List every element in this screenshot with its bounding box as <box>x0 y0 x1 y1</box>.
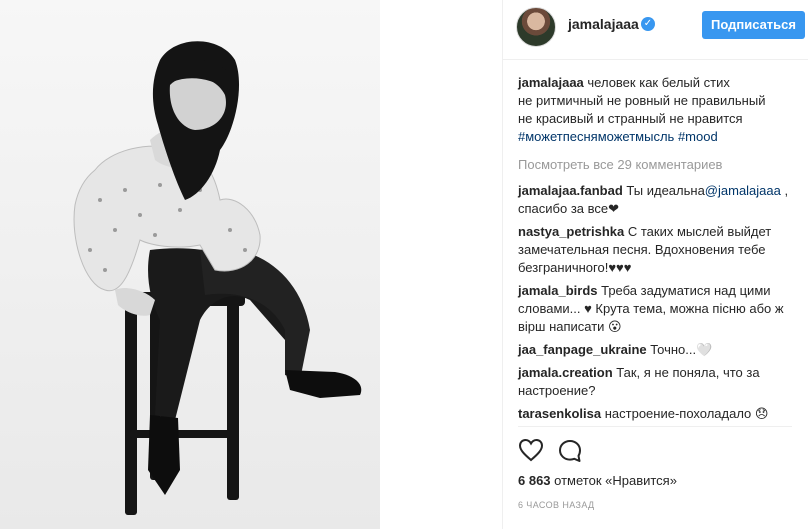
comment-text: настроение-похоладало 😞 <box>601 406 769 421</box>
caption-line3: не красивый и странный не нравится <box>518 111 743 126</box>
view-all-comments-link[interactable]: Посмотреть все 29 комментариев <box>518 156 798 174</box>
comment-username[interactable]: jaa_fanpage_ukraine <box>518 342 647 357</box>
post-photo[interactable] <box>0 0 380 529</box>
comment-item: jamala.creation Так, я не поняла, что за… <box>518 364 798 400</box>
mention-link[interactable]: @jamalajaaa <box>705 183 781 198</box>
caption-line2: не ритмичный не ровный не правильный <box>518 93 766 108</box>
likes-number: 6 863 <box>518 473 551 488</box>
comment-username[interactable]: jamala.creation <box>518 365 613 380</box>
post-timestamp[interactable]: 6 часов назад <box>518 500 595 510</box>
comment-item: tarasenkolisa настроение-похоладало 😞 <box>518 405 798 423</box>
hashtag-link[interactable]: #mood <box>678 129 718 144</box>
likes-count[interactable]: 6 863 отметок «Нравится» <box>518 473 677 488</box>
comment-item: jamala_birds Треба задуматися над цими с… <box>518 282 798 336</box>
comment-item: nastya_petrishka С таких мыслей выйдет з… <box>518 223 798 277</box>
caption: jamalajaaa человек как белый стих не рит… <box>518 74 798 146</box>
hashtag-link[interactable]: #можетпесняможетмысль <box>518 129 674 144</box>
caption-line1: человек как белый стих <box>583 75 730 90</box>
comment-bubble-icon[interactable] <box>557 438 583 464</box>
comment-item: jamalajaa.fanbad Ты идеальна@jamalajaaa … <box>518 182 798 218</box>
comment-item: jaa_fanpage_ukraine Точно...🤍 <box>518 341 798 359</box>
actions-divider <box>518 426 792 427</box>
comment-username[interactable]: nastya_petrishka <box>518 224 624 239</box>
comment-username[interactable]: tarasenkolisa <box>518 406 601 421</box>
post-panel: jamalajaaa человек как белый стих не рит… <box>502 0 808 529</box>
caption-username[interactable]: jamalajaaa <box>518 75 584 90</box>
comment-username[interactable]: jamala_birds <box>518 283 598 298</box>
photo-illustration <box>73 41 362 515</box>
likes-label: отметок «Нравится» <box>550 473 677 488</box>
comment-username[interactable]: jamalajaa.fanbad <box>518 183 623 198</box>
comment-text: Ты идеальна <box>622 183 705 198</box>
comment-text: Точно...🤍 <box>646 342 713 357</box>
comments-list: jamalajaaa человек как белый стих не рит… <box>518 74 798 428</box>
heart-icon[interactable] <box>518 438 544 462</box>
